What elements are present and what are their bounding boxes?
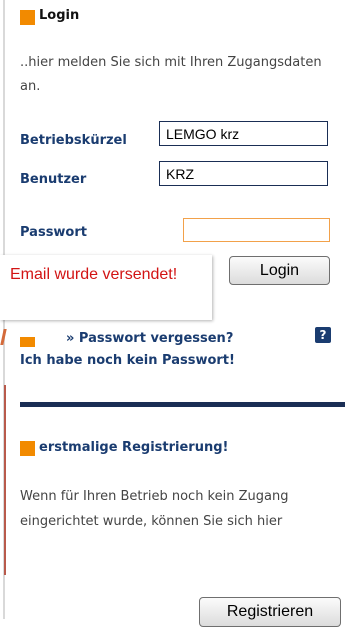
betriebskuerzel-input[interactable] — [159, 121, 328, 146]
register-button[interactable]: Registrieren — [199, 597, 341, 627]
no-password-link[interactable]: Ich habe noch kein Passwort! — [20, 353, 235, 368]
passwort-input[interactable] — [183, 218, 330, 242]
orange-square-icon — [20, 441, 35, 456]
login-button[interactable]: Login — [229, 256, 330, 285]
left-side-mark — [0, 329, 7, 345]
registration-heading: erstmalige Registrierung! — [39, 440, 229, 455]
forgot-password-link[interactable]: » Passwort vergessen? — [66, 331, 233, 346]
orange-square-icon — [20, 337, 35, 347]
betriebskuerzel-label: Betriebskürzel — [20, 133, 127, 148]
login-heading: Login — [39, 8, 80, 23]
login-intro-text: ..hier melden Sie sich mit Ihren Zugangs… — [20, 55, 322, 94]
section-divider — [20, 402, 345, 407]
passwort-label: Passwort — [20, 225, 87, 240]
notification-message: Email wurde versendet! — [10, 266, 178, 283]
help-icon[interactable]: ? — [315, 327, 331, 343]
benutzer-input[interactable] — [159, 161, 328, 186]
left-side-panel-edge — [0, 385, 6, 575]
forgot-password-row: » Passwort vergessen? — [20, 327, 325, 347]
email-sent-notification: Email wurde versendet! — [0, 255, 212, 320]
orange-square-icon — [20, 10, 35, 25]
benutzer-label: Benutzer — [20, 172, 87, 187]
registration-text: Wenn für Ihren Betrieb noch kein Zugang … — [20, 489, 289, 529]
